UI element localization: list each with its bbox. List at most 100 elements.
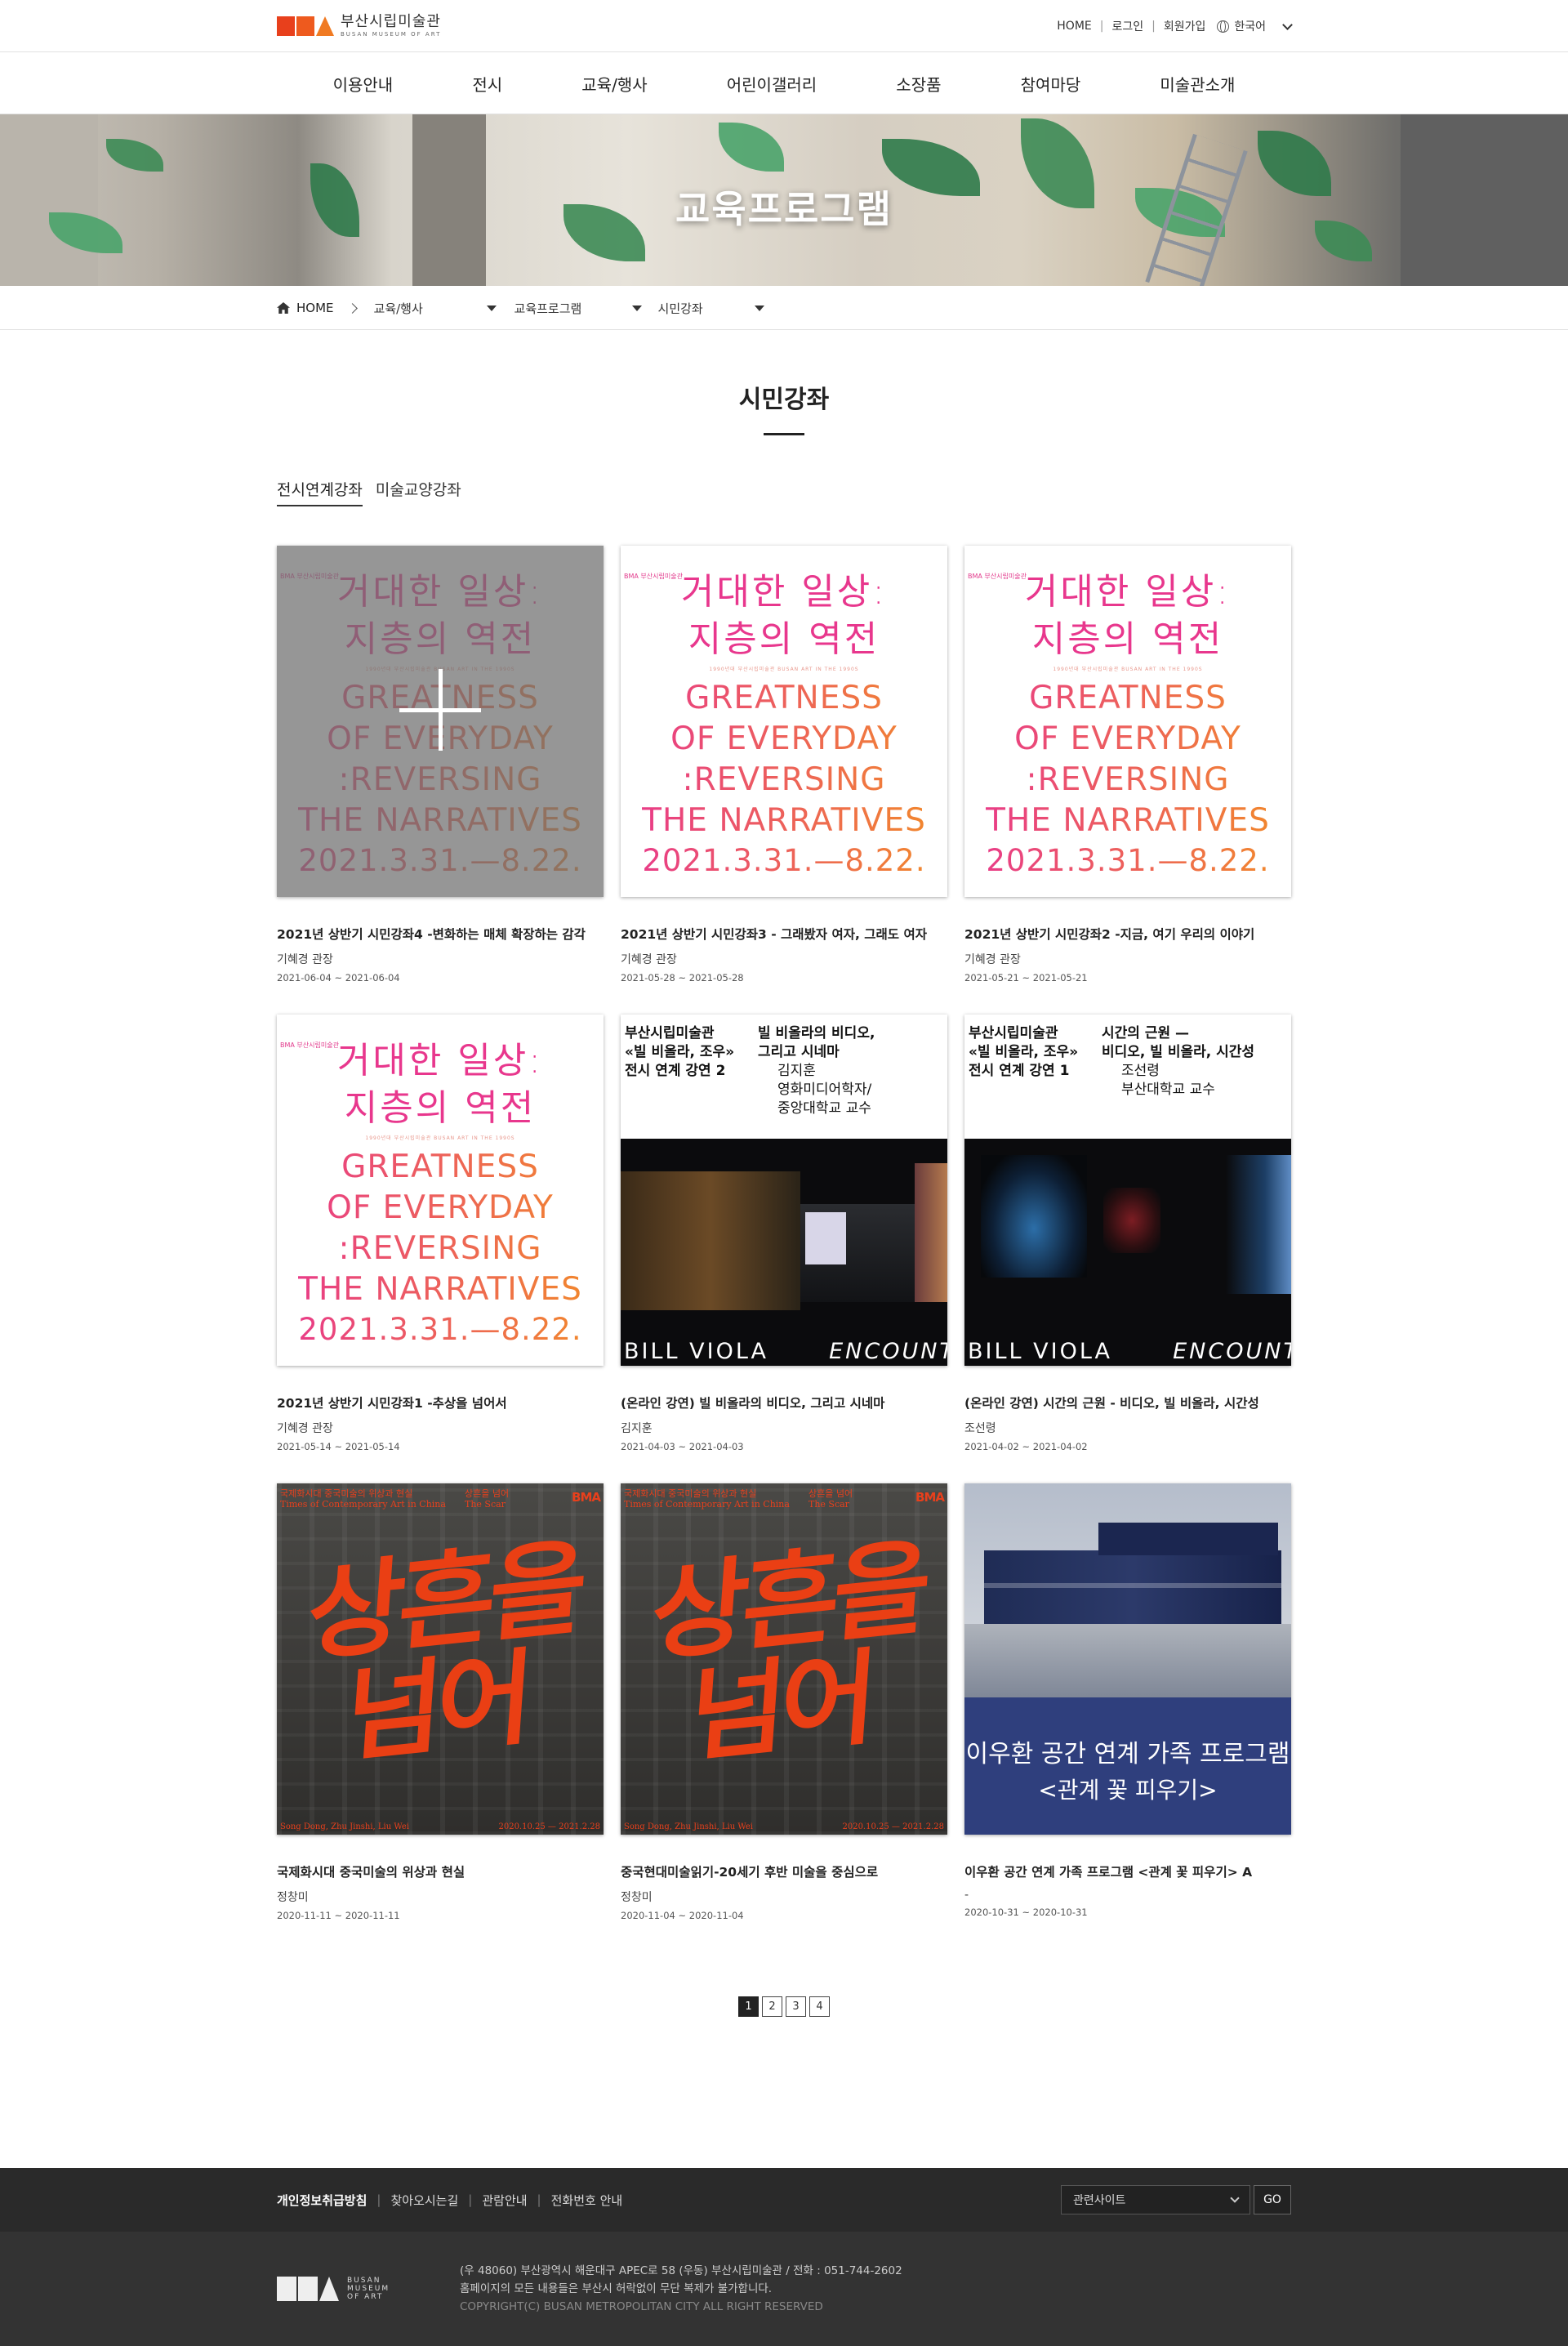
card-lecturer: 기혜경 관장 (621, 953, 677, 966)
breadcrumb-dropdown-level3[interactable]: 시민강좌 (658, 300, 764, 317)
lecture-card[interactable]: 국제화시대 중국미술의 위상과 현실 Times of Contemporary… (621, 1483, 947, 1952)
lecture-card[interactable]: 국제화시대 중국미술의 위상과 현실 Times of Contemporary… (277, 1483, 604, 1952)
footer-logo-text: BUSAN MUSEUM OF ART (347, 2277, 390, 2301)
poster-title-ko-2: 지층의 역전 (344, 1087, 537, 1129)
nav-item-guide[interactable]: 이용안내 (333, 72, 394, 96)
poster-brand-text: BILL VIOLA ENCOUNTE (624, 1339, 947, 1364)
breadcrumb-level1-label: 교육/행사 (373, 301, 423, 316)
related-sites-select[interactable]: 관련사이트 (1061, 2185, 1250, 2214)
nav-item-about[interactable]: 미술관소개 (1160, 72, 1235, 96)
card-date: 2021-04-03 ~ 2021-04-03 (621, 1441, 744, 1452)
card-thumbnail[interactable]: 국제화시대 중국미술의 위상과 현실 Times of Contemporary… (277, 1483, 604, 1835)
card-thumbnail[interactable]: BMA 부산시립미술관 거대한 일상: 지층의 역전 1990년대 부산시립미술… (277, 1015, 604, 1366)
card-date: 2021-05-21 ~ 2021-05-21 (964, 972, 1088, 983)
site-logo[interactable]: 부산시립미술관 BUSAN MUSEUM OF ART (277, 15, 441, 38)
nav-item-exhibition[interactable]: 전시 (472, 72, 502, 96)
poster-big-title: 상흔을 넘어 (303, 1527, 585, 1777)
login-link[interactable]: 로그인 (1111, 18, 1143, 34)
visitor-guide-link[interactable]: 관람안내 (482, 2192, 527, 2209)
tab-exhibition-lecture[interactable]: 전시연계강좌 (277, 478, 363, 506)
related-sites: 관련사이트 GO (1061, 2185, 1291, 2214)
poster-header-left: 국제화시대 중국미술의 위상과 현실 Times of Contemporary… (624, 1488, 790, 1510)
lecture-card[interactable]: BMA 부산시립미술관 거대한 일상: 지층의 역전 1990년대 부산시립미술… (621, 546, 947, 1015)
poster-title-en-4: THE NARRATIVES (964, 802, 1291, 839)
home-link[interactable]: HOME (1057, 20, 1091, 33)
lecture-card[interactable]: BMA 부산시립미술관 거대한 일상: 지층의 역전 1990년대 부산시립미술… (277, 1015, 604, 1483)
poster-footer: Song Dong, Zhu Jinshi, Liu Wei 2020.10.2… (624, 1822, 944, 1831)
card-date: 2020-11-04 ~ 2020-11-04 (621, 1910, 744, 1921)
lecture-card[interactable]: 이우환 공간 연계 가족 프로그램 <관계 꽃 피우기> 이우환 공간 연계 가… (964, 1483, 1291, 1952)
page-title: 시민강좌 (738, 386, 830, 414)
exhibition-photo: BILL VIOLA ENCOUNTE (621, 1139, 947, 1366)
nav-item-kids-gallery[interactable]: 어린이갤러리 (727, 72, 817, 96)
card-thumbnail[interactable]: BMA 부산시립미술관 거대한 일상: 지층의 역전 1990년대 부산시립미술… (277, 546, 604, 897)
nav-item-collection[interactable]: 소장품 (896, 72, 941, 96)
card-date: 2020-10-31 ~ 2020-10-31 (964, 1907, 1088, 1918)
poster-title-ko-1: 거대한 일상: (336, 1040, 544, 1082)
nav-item-education[interactable]: 교육/행사 (581, 72, 647, 96)
tab-art-culture-lecture[interactable]: 미술교양강좌 (376, 478, 461, 506)
go-button[interactable]: GO (1254, 2185, 1291, 2214)
card-title[interactable]: 2021년 상반기 시민강좌2 -지금, 여기 우리의 이야기 (964, 925, 1291, 943)
card-lecturer: 기혜경 관장 (277, 953, 333, 966)
bma-logo-mark (277, 2277, 339, 2301)
breadcrumb-dropdown-level2[interactable]: 교육프로그램 (514, 300, 642, 317)
card-title[interactable]: 2021년 상반기 시민강좌4 -변화하는 매체 확장하는 감각 (277, 925, 604, 943)
poster-title-1: 이우환 공간 연계 가족 프로그램 (965, 1740, 1290, 1768)
card-title[interactable]: 국제화시대 중국미술의 위상과 현실 (277, 1862, 604, 1880)
top-utility-bar: 부산시립미술관 BUSAN MUSEUM OF ART HOME | 로그인 |… (0, 0, 1568, 52)
poster-title-ko-1: 거대한 일상: (680, 571, 888, 613)
card-lecturer: 기혜경 관장 (277, 1422, 333, 1435)
card-thumbnail[interactable]: BMA 부산시립미술관 거대한 일상: 지층의 역전 1990년대 부산시립미술… (621, 546, 947, 897)
signup-link[interactable]: 회원가입 (1164, 18, 1206, 34)
poster-date: 2021.3.31.—8.22. (277, 1312, 604, 1347)
footer-menu: 개인정보취급방침 | 찾아오시는길 | 관람안내 | 전화번호 안내 (277, 2192, 623, 2209)
poster-title-ko-1: 거대한 일상: (1024, 571, 1232, 613)
poster-header-col2: 빌 비올라의 비디오, 그리고 시네마 (758, 1025, 875, 1060)
card-thumbnail[interactable]: 부산시립미술관 «빌 비올라, 조우» 전시 연계 강연 2 빌 비올라의 비디… (621, 1015, 947, 1366)
card-thumbnail[interactable]: 이우환 공간 연계 가족 프로그램 <관계 꽃 피우기> (964, 1483, 1291, 1835)
poster-big-title: 상흔을 넘어 (647, 1527, 929, 1777)
home-icon (277, 302, 290, 314)
card-title[interactable]: (온라인 강연) 시간의 근원 - 비디오, 빌 비올라, 시간성 (964, 1394, 1291, 1412)
poster-brand-text: BILL VIOLA ENCOUNTE (968, 1339, 1291, 1364)
phone-guide-link[interactable]: 전화번호 안내 (551, 2192, 623, 2209)
card-title[interactable]: 이우환 공간 연계 가족 프로그램 <관계 꽃 피우기> A (964, 1862, 1291, 1880)
lecture-card[interactable]: BMA 부산시립미술관 거대한 일상: 지층의 역전 1990년대 부산시립미술… (277, 546, 604, 1015)
footer-info: BUSAN MUSEUM OF ART (우 48060) 부산광역시 해운대구… (0, 2232, 1568, 2346)
page-button-1[interactable]: 1 (738, 1996, 759, 2017)
card-thumbnail[interactable]: BMA 부산시립미술관 거대한 일상: 지층의 역전 1990년대 부산시립미술… (964, 546, 1291, 897)
card-thumbnail[interactable]: 부산시립미술관 «빌 비올라, 조우» 전시 연계 강연 1 시간의 근원 — … (964, 1015, 1291, 1366)
lecture-card[interactable]: BMA 부산시립미술관 거대한 일상: 지층의 역전 1990년대 부산시립미술… (964, 546, 1291, 1015)
card-title[interactable]: 중국현대미술읽기-20세기 후반 미술을 중심으로 (621, 1862, 947, 1880)
privacy-policy-link[interactable]: 개인정보취급방침 (277, 2192, 367, 2209)
copy-notice: 홈페이지의 모든 내용들은 부산시 허락없이 무단 복제가 불가합니다. (460, 2282, 773, 2295)
related-sites-label: 관련사이트 (1073, 2194, 1126, 2207)
card-title[interactable]: 2021년 상반기 시민강좌3 - 그래봤자 여자, 그래도 여자 (621, 925, 947, 943)
breadcrumb-dropdown-level1[interactable]: 교육/행사 (374, 300, 497, 317)
poster-title-en-4: THE NARRATIVES (621, 802, 947, 839)
poster-title-en-4: THE NARRATIVES (277, 1271, 604, 1308)
poster-bma-logo: BMA (915, 1490, 945, 1505)
logo-korean: 부산시립미술관 (341, 13, 441, 30)
directions-link[interactable]: 찾아오시는길 (390, 2192, 458, 2209)
card-thumbnail[interactable]: 국제화시대 중국미술의 위상과 현실 Times of Contemporary… (621, 1483, 947, 1835)
main-navigation: 이용안내 전시 교육/행사 어린이갤러리 소장품 참여마당 미술관소개 (0, 52, 1568, 114)
museum-building (984, 1523, 1281, 1624)
nav-item-participation[interactable]: 참여마당 (1021, 72, 1081, 96)
bma-logo-mark (277, 16, 334, 36)
poster-header-col3: 조선령 부산대학교 교수 (1121, 1063, 1215, 1098)
poster-title-en-2: OF EVERYDAY (964, 720, 1291, 757)
page-button-4[interactable]: 4 (809, 1996, 830, 2017)
poster-header-col2: 시간의 근원 — 비디오, 빌 비올라, 시간성 (1102, 1025, 1255, 1060)
language-select[interactable]: 한국어 (1217, 18, 1293, 34)
breadcrumb-home[interactable]: HOME (296, 301, 334, 315)
page-button-2[interactable]: 2 (762, 1996, 782, 2017)
lecture-card[interactable]: 부산시립미술관 «빌 비올라, 조우» 전시 연계 강연 2 빌 비올라의 비디… (621, 1015, 947, 1483)
card-title[interactable]: 2021년 상반기 시민강좌1 -추상을 넘어서 (277, 1394, 604, 1412)
card-title[interactable]: (온라인 강연) 빌 비올라의 비디오, 그리고 시네마 (621, 1394, 947, 1412)
page-button-3[interactable]: 3 (786, 1996, 806, 2017)
card-date: 2021-05-28 ~ 2021-05-28 (621, 972, 744, 983)
lecture-card[interactable]: 부산시립미술관 «빌 비올라, 조우» 전시 연계 강연 1 시간의 근원 — … (964, 1015, 1291, 1483)
card-date: 2021-05-14 ~ 2021-05-14 (277, 1441, 400, 1452)
